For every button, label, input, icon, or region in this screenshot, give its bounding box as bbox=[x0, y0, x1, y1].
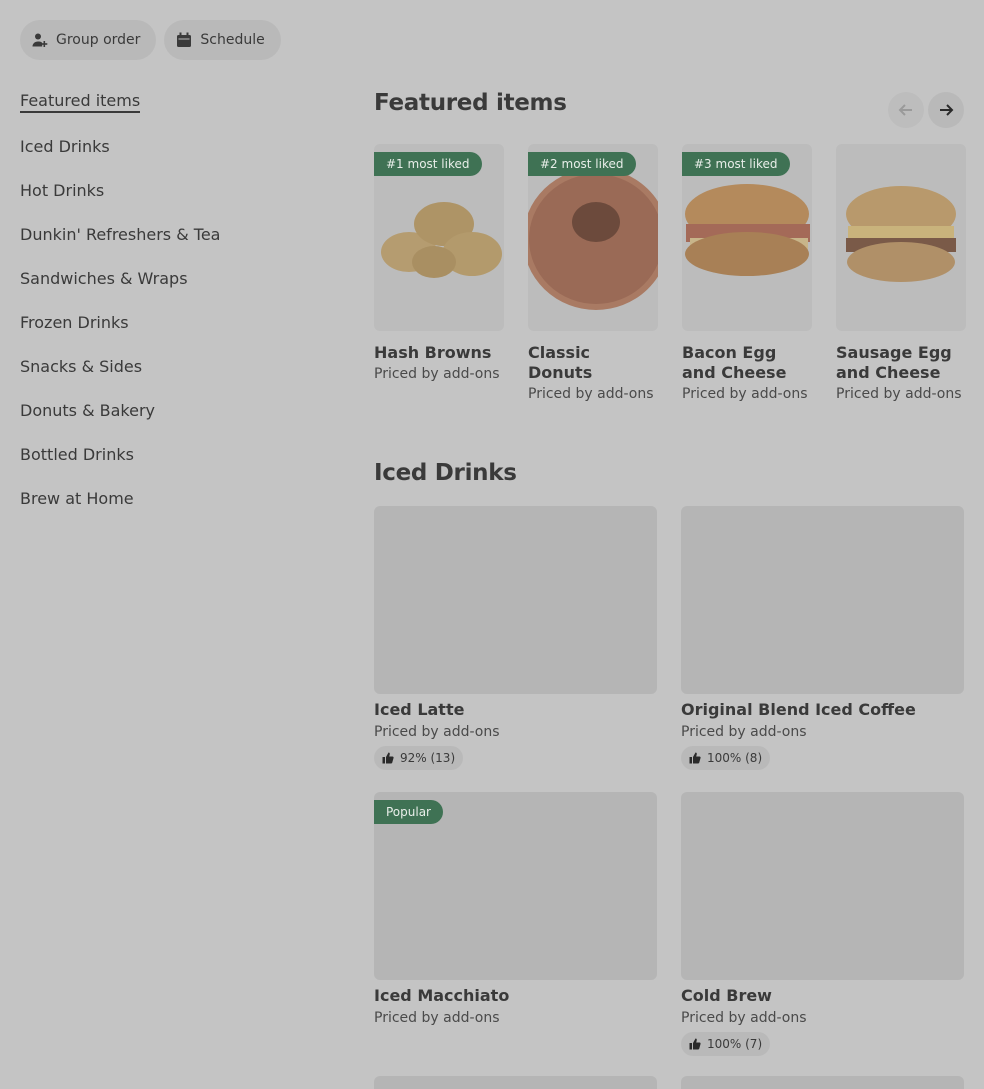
sidebar-item-label: Snacks & Sides bbox=[20, 356, 143, 376]
sidebar-item-label: Iced Drinks bbox=[20, 136, 110, 156]
iced-drinks-grid: Iced Latte Priced by add-ons 92% (13) Or… bbox=[374, 506, 964, 1078]
calendar-icon bbox=[177, 32, 192, 47]
item-image-placeholder bbox=[374, 506, 657, 694]
sidebar-item-refreshers-tea[interactable]: Dunkin' Refreshers & Tea bbox=[20, 212, 340, 256]
item-price: Priced by add-ons bbox=[374, 366, 500, 382]
carousel-controls bbox=[888, 92, 964, 128]
featured-item-card[interactable]: #1 most liked Hash Browns Priced by add-… bbox=[374, 144, 504, 402]
item-price: Priced by add-ons bbox=[528, 386, 654, 402]
rating-badge: 100% (7) bbox=[681, 1032, 771, 1056]
sidebar-item-frozen-drinks[interactable]: Frozen Drinks bbox=[20, 300, 340, 344]
popular-badge: Popular bbox=[374, 800, 443, 824]
category-sidebar: Featured items Iced Drinks Hot Drinks Du… bbox=[20, 80, 340, 520]
item-price: Priced by add-ons bbox=[682, 386, 808, 402]
item-name: Iced Macchiato bbox=[374, 986, 510, 1005]
item-image bbox=[836, 144, 966, 331]
menu-item-card[interactable]: Cold Brew Priced by add-ons 100% (7) bbox=[681, 792, 964, 1078]
sidebar-item-hot-drinks[interactable]: Hot Drinks bbox=[20, 168, 340, 212]
item-price: Priced by add-ons bbox=[681, 1010, 807, 1026]
rating-text: 100% (8) bbox=[707, 751, 763, 765]
item-image-placeholder bbox=[681, 506, 964, 694]
featured-item-card[interactable]: Sausage Egg and Cheese Priced by add-ons bbox=[836, 144, 966, 402]
sidebar-item-label: Bottled Drinks bbox=[20, 444, 134, 464]
sausage-sandwich-image bbox=[846, 186, 956, 282]
sidebar-item-label: Frozen Drinks bbox=[20, 312, 129, 332]
top-actions: Group order Schedule bbox=[20, 20, 281, 60]
item-name: Bacon Egg and Cheese bbox=[682, 343, 787, 382]
item-name: Original Blend Iced Coffee bbox=[681, 700, 916, 719]
add-person-icon bbox=[32, 33, 48, 47]
group-order-label: Group order bbox=[56, 32, 141, 48]
thumbs-up-icon bbox=[382, 752, 394, 764]
iced-drinks-section-title: Iced Drinks bbox=[374, 460, 517, 486]
item-price: Priced by add-ons bbox=[374, 1010, 500, 1026]
item-image: #2 most liked bbox=[528, 144, 658, 331]
item-name: Classic Donuts bbox=[528, 343, 593, 382]
item-image-placeholder bbox=[681, 792, 964, 980]
item-image-placeholder: Popular bbox=[374, 792, 657, 980]
arrow-right-icon bbox=[940, 104, 954, 116]
rating-text: 100% (7) bbox=[707, 1037, 763, 1051]
sidebar-item-donuts-bakery[interactable]: Donuts & Bakery bbox=[20, 388, 340, 432]
sidebar-item-label: Donuts & Bakery bbox=[20, 400, 156, 420]
schedule-button[interactable]: Schedule bbox=[164, 20, 281, 60]
next-card-image-peek bbox=[681, 1076, 964, 1089]
item-image: #1 most liked bbox=[374, 144, 504, 331]
rank-badge: #2 most liked bbox=[528, 152, 636, 176]
featured-item-card[interactable]: #2 most liked Classic Donuts Priced by a… bbox=[528, 144, 658, 402]
sidebar-item-label: Brew at Home bbox=[20, 488, 134, 508]
sidebar-item-label: Dunkin' Refreshers & Tea bbox=[20, 224, 221, 244]
next-card-image-peek bbox=[374, 1076, 657, 1089]
sidebar-item-label: Sandwiches & Wraps bbox=[20, 268, 188, 288]
item-price: Priced by add-ons bbox=[681, 724, 807, 740]
sidebar-item-label: Hot Drinks bbox=[20, 180, 105, 200]
menu-item-card[interactable]: Iced Latte Priced by add-ons 92% (13) bbox=[374, 506, 657, 792]
item-name: Hash Browns bbox=[374, 343, 492, 362]
item-name: Cold Brew bbox=[681, 986, 772, 1005]
sidebar-item-bottled-drinks[interactable]: Bottled Drinks bbox=[20, 432, 340, 476]
item-price: Priced by add-ons bbox=[374, 724, 500, 740]
sidebar-item-iced-drinks[interactable]: Iced Drinks bbox=[20, 124, 340, 168]
menu-item-card[interactable]: Original Blend Iced Coffee Priced by add… bbox=[681, 506, 964, 792]
carousel-next-button[interactable] bbox=[928, 92, 964, 128]
rating-text: 92% (13) bbox=[400, 751, 456, 765]
featured-carousel: #1 most liked Hash Browns Priced by add-… bbox=[374, 144, 966, 402]
menu-item-card[interactable]: Popular Iced Macchiato Priced by add-ons bbox=[374, 792, 657, 1078]
featured-section-title: Featured items bbox=[374, 90, 567, 116]
sidebar-item-sandwiches-wraps[interactable]: Sandwiches & Wraps bbox=[20, 256, 340, 300]
menu-content: Featured items #1 most liked Hash Browns… bbox=[374, 90, 966, 1089]
schedule-label: Schedule bbox=[200, 32, 265, 48]
item-name: Sausage Egg and Cheese bbox=[836, 343, 952, 382]
rank-badge: #1 most liked bbox=[374, 152, 482, 176]
group-order-button[interactable]: Group order bbox=[20, 20, 157, 60]
rating-badge: 92% (13) bbox=[374, 746, 464, 770]
sidebar-item-label: Featured items bbox=[20, 91, 141, 113]
sidebar-item-featured-items[interactable]: Featured items bbox=[20, 80, 340, 124]
thumbs-up-icon bbox=[689, 1038, 701, 1050]
thumbs-up-icon bbox=[689, 752, 701, 764]
featured-item-card[interactable]: #3 most liked Bacon Egg and Cheese Price… bbox=[682, 144, 812, 402]
rank-badge: #3 most liked bbox=[682, 152, 790, 176]
sidebar-item-snacks-sides[interactable]: Snacks & Sides bbox=[20, 344, 340, 388]
sidebar-item-brew-at-home[interactable]: Brew at Home bbox=[20, 476, 340, 520]
arrow-left-icon bbox=[898, 104, 912, 116]
carousel-prev-button[interactable] bbox=[888, 92, 924, 128]
item-name: Iced Latte bbox=[374, 700, 465, 719]
rating-badge: 100% (8) bbox=[681, 746, 771, 770]
item-image: #3 most liked bbox=[682, 144, 812, 331]
item-price: Priced by add-ons bbox=[836, 386, 962, 402]
